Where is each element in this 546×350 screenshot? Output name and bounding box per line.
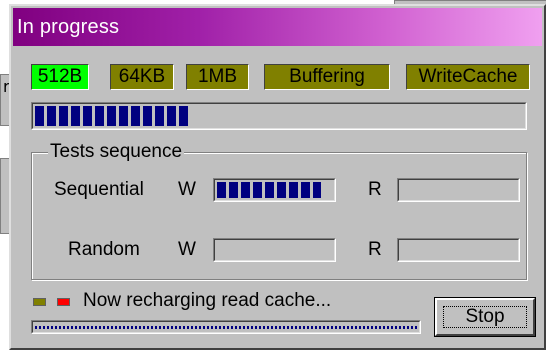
overall-progress-fill xyxy=(35,106,191,126)
random-label: Random xyxy=(68,239,140,260)
overall-progress-bar xyxy=(31,102,527,130)
desktop: r In progress 512B 64KB 1MB Buffering Wr… xyxy=(0,0,546,350)
sequential-write-label: W xyxy=(178,179,196,200)
random-read-progress xyxy=(397,238,520,262)
sequential-label: Sequential xyxy=(54,179,144,200)
status-progress-bar xyxy=(31,320,421,334)
stage-buffering: Buffering xyxy=(264,64,390,90)
stage-writecache: WriteCache xyxy=(406,64,530,90)
random-read-label: R xyxy=(368,239,382,260)
window-title: In progress xyxy=(17,15,120,38)
sequential-write-fill xyxy=(217,182,321,198)
sequential-read-progress xyxy=(397,178,520,202)
random-write-label: W xyxy=(178,239,196,260)
yellow-led-icon xyxy=(33,298,46,306)
stop-button-label: Stop xyxy=(443,306,527,328)
stage-512b: 512B xyxy=(31,64,89,90)
status-progress-fill xyxy=(35,326,417,329)
title-bar[interactable]: In progress xyxy=(13,8,542,46)
tests-sequence-label: Tests sequence xyxy=(48,141,185,163)
status-message: Now recharging read cache... xyxy=(83,290,332,311)
stage-1mb: 1MB xyxy=(186,64,249,90)
sequential-write-progress xyxy=(213,178,336,202)
tests-sequence-group: Tests sequence Sequential W R Random W R xyxy=(31,141,527,280)
stop-button[interactable]: Stop xyxy=(434,297,536,337)
red-led-icon xyxy=(57,298,70,306)
sequential-read-label: R xyxy=(368,179,382,200)
progress-dialog: In progress 512B 64KB 1MB Buffering Writ… xyxy=(9,4,546,350)
random-write-progress xyxy=(213,238,336,262)
stage-64kb: 64KB xyxy=(110,64,174,90)
